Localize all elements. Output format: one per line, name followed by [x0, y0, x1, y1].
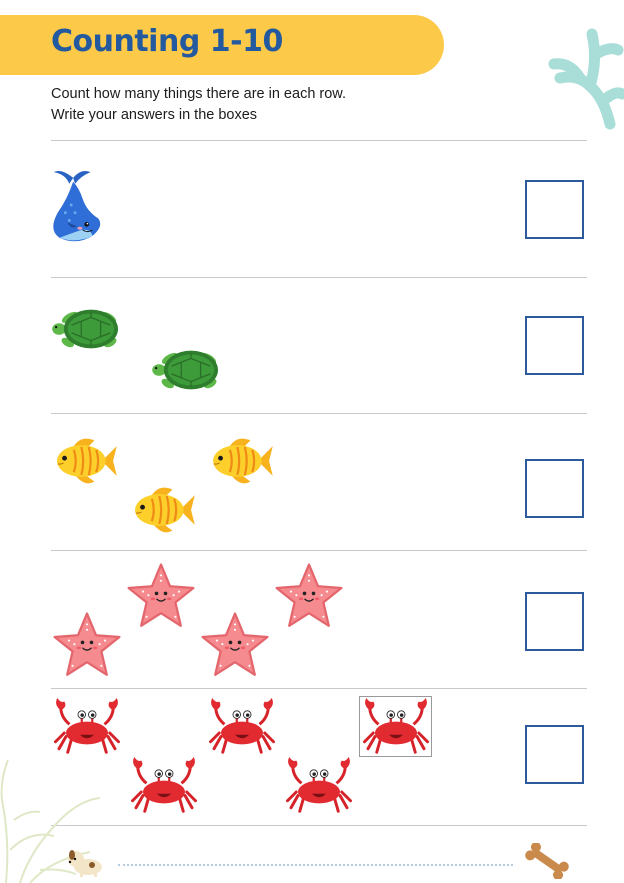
turtle-icon — [150, 341, 228, 399]
starfish-icon — [50, 610, 124, 682]
instruction-line-1: Count how many things there are in each … — [51, 86, 346, 102]
divider-row-1 — [51, 277, 587, 278]
divider-row-4 — [51, 688, 587, 689]
page-title: Counting 1-10 — [51, 24, 283, 59]
divider-row-2 — [51, 413, 587, 414]
starfish-icon — [272, 561, 346, 633]
divider-top — [51, 140, 587, 141]
starfish-icon — [124, 561, 198, 633]
answer-box-row-4[interactable] — [525, 592, 584, 651]
answer-box-row-1[interactable] — [525, 180, 584, 239]
instructions: Count how many things there are in each … — [51, 84, 346, 126]
coral-icon — [548, 28, 624, 130]
crab-icon — [361, 697, 431, 755]
crab-icon — [129, 756, 199, 814]
fish-icon — [209, 433, 275, 489]
fish-icon — [53, 433, 119, 489]
puppy-icon — [68, 850, 102, 877]
fish-icon — [131, 482, 197, 538]
answer-box-row-2[interactable] — [525, 316, 584, 375]
answer-box-row-3[interactable] — [525, 459, 584, 518]
crab-icon — [284, 756, 354, 814]
instruction-line-2: Write your answers in the boxes — [51, 107, 258, 123]
bone-icon — [525, 843, 569, 879]
answer-box-row-5[interactable] — [525, 725, 584, 784]
starfish-icon — [198, 610, 272, 682]
turtle-icon — [50, 300, 128, 358]
divider-bottom — [51, 825, 587, 826]
writing-guide-line — [118, 864, 513, 866]
crab-icon — [207, 697, 277, 755]
divider-row-3 — [51, 550, 587, 551]
whale-icon — [48, 166, 106, 244]
